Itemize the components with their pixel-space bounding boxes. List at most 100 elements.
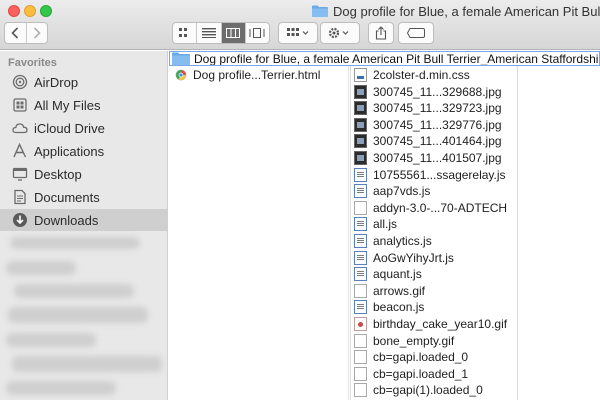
minimize-window-button[interactable] bbox=[24, 5, 36, 17]
downloads-icon bbox=[12, 212, 28, 228]
chevron-right-icon bbox=[33, 27, 41, 39]
file-row[interactable]: bone_empty.gif bbox=[354, 333, 518, 349]
obscured-sidebar-item bbox=[8, 307, 148, 323]
desktop-icon bbox=[12, 166, 28, 182]
file-row[interactable]: AoGwYihyJrt.js bbox=[354, 250, 518, 266]
script-file-icon bbox=[354, 217, 367, 232]
file-row[interactable]: analytics.js bbox=[354, 233, 518, 249]
list-item-html-file[interactable]: Dog profile...Terrier.html bbox=[175, 67, 320, 83]
sidebar-item-downloads[interactable]: Downloads bbox=[0, 209, 167, 231]
image-file-icon bbox=[354, 117, 367, 132]
icon-view-icon bbox=[178, 28, 187, 37]
file-name: cb=gapi.loaded_0 bbox=[373, 350, 469, 365]
file-icon bbox=[354, 200, 367, 215]
gear-icon bbox=[328, 27, 349, 39]
file-name: 300745_11...329776.jpg bbox=[373, 117, 502, 132]
sidebar-item-all-my-files[interactable]: All My Files bbox=[0, 94, 167, 116]
sidebar: Favorites AirDrop All My Files iCloud Dr… bbox=[0, 51, 168, 400]
image-file-icon bbox=[354, 151, 367, 165]
file-row[interactable]: cb=gapi.loaded_1 bbox=[354, 366, 518, 382]
applications-icon bbox=[12, 143, 28, 159]
sidebar-item-applications[interactable]: Applications bbox=[0, 140, 167, 162]
file-icon bbox=[354, 333, 367, 348]
icon-view-button[interactable] bbox=[173, 23, 198, 43]
sidebar-item-documents[interactable]: Documents bbox=[0, 186, 167, 208]
file-row[interactable]: cb=gapi(1).loaded_0 bbox=[354, 382, 518, 398]
sidebar-item-icloud-drive[interactable]: iCloud Drive bbox=[0, 117, 167, 139]
script-file-icon bbox=[354, 167, 367, 182]
chevron-left-icon bbox=[11, 27, 19, 39]
file-row[interactable]: 10755561...ssagerelay.js bbox=[354, 167, 518, 183]
file-name: 300745_11...329723.jpg bbox=[373, 101, 502, 116]
list-view-icon bbox=[201, 28, 216, 38]
file-name: cb=gapi(1).loaded_0 bbox=[373, 383, 483, 398]
window-title-text: Dog profile for Blue, a female American … bbox=[333, 3, 600, 19]
list-view-button[interactable] bbox=[197, 23, 222, 43]
arrange-button[interactable] bbox=[278, 22, 318, 44]
image-file-icon bbox=[354, 134, 367, 149]
selected-folder-label: Dog profile for Blue, a female American … bbox=[194, 51, 599, 66]
file-row[interactable]: 300745_11...329776.jpg bbox=[354, 117, 518, 133]
cover-flow-icon bbox=[249, 28, 265, 38]
tag-button[interactable] bbox=[398, 22, 434, 44]
file-row[interactable]: cb=gapi.loaded_0 bbox=[354, 349, 518, 365]
image-file-icon bbox=[354, 101, 367, 116]
file-name: cb=gapi.loaded_1 bbox=[373, 366, 469, 381]
action-menu-button[interactable] bbox=[320, 22, 360, 44]
selected-folder-row[interactable]: Dog profile for Blue, a female American … bbox=[169, 51, 600, 66]
sidebar-item-label: Applications bbox=[34, 143, 105, 159]
sidebar-item-label: iCloud Drive bbox=[34, 120, 105, 136]
file-row[interactable]: beacon.js bbox=[354, 299, 518, 315]
obscured-sidebar-item bbox=[6, 261, 76, 275]
file-row[interactable]: 2colster-d.min.css bbox=[354, 67, 518, 83]
file-name: 300745_11...401464.jpg bbox=[373, 134, 502, 149]
view-mode-group bbox=[172, 22, 270, 44]
file-name: bone_empty.gif bbox=[373, 333, 455, 348]
file-name: analytics.js bbox=[373, 234, 432, 248]
file-name: arrows.gif bbox=[373, 283, 426, 298]
file-icon bbox=[354, 283, 367, 298]
file-row[interactable]: all.js bbox=[354, 216, 518, 232]
document-file-icon bbox=[354, 68, 367, 82]
file-icon bbox=[354, 350, 367, 365]
file-name: AoGwYihyJrt.js bbox=[373, 250, 454, 265]
file-icon bbox=[354, 366, 367, 381]
close-window-button[interactable] bbox=[8, 5, 20, 17]
sidebar-item-label: Desktop bbox=[34, 166, 82, 182]
image-file-icon bbox=[354, 84, 367, 99]
sidebar-item-label: All My Files bbox=[34, 97, 101, 113]
folder-icon bbox=[172, 52, 190, 65]
file-name: beacon.js bbox=[373, 300, 425, 315]
obscured-sidebar-item bbox=[14, 284, 134, 298]
script-file-icon bbox=[354, 267, 367, 282]
file-name: 300745_11...401507.jpg bbox=[373, 151, 502, 165]
share-button[interactable] bbox=[368, 22, 394, 44]
file-row[interactable]: addyn-3.0-...70-ADTECH bbox=[354, 200, 518, 216]
file-row[interactable]: 300745_11...401464.jpg bbox=[354, 133, 518, 149]
file-row[interactable]: aap7vds.js bbox=[354, 183, 518, 199]
file-label: Dog profile...Terrier.html bbox=[193, 68, 321, 82]
file-row[interactable]: 300745_11...401507.jpg bbox=[354, 150, 518, 166]
file-name: birthday_cake_year10.gif bbox=[373, 317, 508, 331]
obscured-sidebar-item bbox=[12, 356, 162, 372]
tag-icon bbox=[407, 28, 425, 38]
cover-flow-view-button[interactable] bbox=[246, 23, 269, 43]
file-row[interactable]: birthday_cake_year10.gif bbox=[354, 316, 518, 332]
sidebar-header: Favorites bbox=[8, 57, 57, 69]
forward-button[interactable] bbox=[25, 23, 48, 43]
script-file-icon bbox=[354, 234, 367, 248]
airdrop-icon bbox=[12, 74, 28, 90]
file-row[interactable]: 300745_11...329688.jpg bbox=[354, 84, 518, 100]
back-button[interactable] bbox=[5, 23, 26, 43]
script-file-icon bbox=[354, 184, 367, 199]
file-row[interactable]: 300745_11...329723.jpg bbox=[354, 100, 518, 116]
column-view-button[interactable] bbox=[221, 23, 246, 43]
file-name: aquant.js bbox=[373, 267, 422, 282]
sidebar-item-desktop[interactable]: Desktop bbox=[0, 163, 167, 185]
zoom-window-button[interactable] bbox=[40, 5, 52, 17]
browser-column-1 bbox=[169, 51, 349, 400]
file-row[interactable]: aquant.js bbox=[354, 266, 518, 282]
file-name: 2colster-d.min.css bbox=[373, 68, 470, 82]
sidebar-item-airdrop[interactable]: AirDrop bbox=[0, 71, 167, 93]
file-row[interactable]: arrows.gif bbox=[354, 283, 518, 299]
